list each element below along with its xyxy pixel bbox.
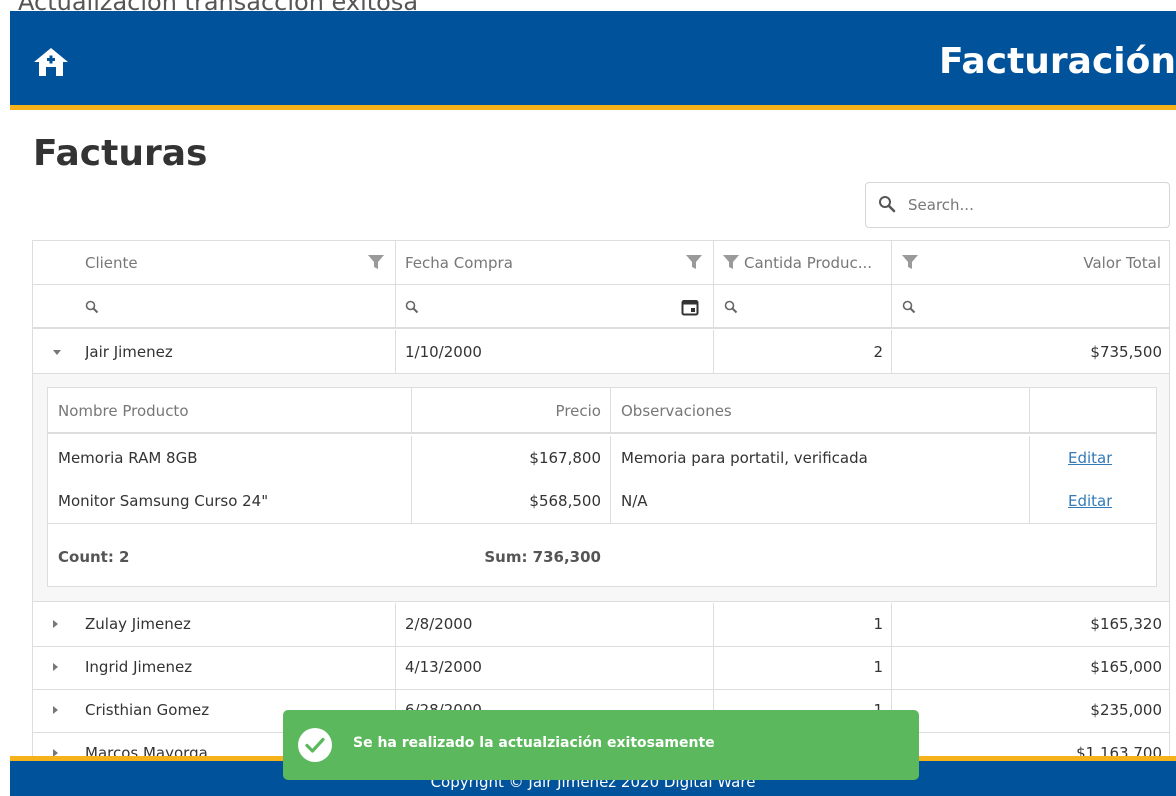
navbar: Facturación (10, 11, 1176, 110)
cell-cliente: Cristhian Gomez (85, 701, 210, 719)
expand-row-icon[interactable] (53, 663, 58, 671)
column-header-valor[interactable]: Valor Total (1083, 253, 1161, 273)
check-circle-icon (298, 728, 332, 762)
detail-sum: Sum: 736,300 (484, 548, 601, 566)
detail-header-precio[interactable]: Precio (556, 401, 601, 421)
column-header-cantidad[interactable]: Cantida Produc... (744, 253, 884, 273)
cell-cantidad: 2 (873, 343, 883, 361)
detail-panel: Nombre Producto Precio Observaciones Mem… (33, 374, 1169, 602)
detail-cell-producto: Memoria RAM 8GB (58, 449, 198, 467)
column-header-cliente[interactable]: Cliente (85, 253, 138, 273)
detail-count: Count: 2 (58, 548, 130, 566)
collapse-row-icon[interactable] (53, 350, 61, 355)
toast-message: Se ha realizado la actualziación exitosa… (353, 735, 715, 751)
detail-row: Monitor Samsung Curso 24" $568,500 N/A E… (48, 479, 1156, 523)
search-box[interactable] (865, 182, 1170, 228)
cell-cliente: Jair Jimenez (85, 343, 173, 361)
filter-search-icon[interactable] (85, 300, 99, 314)
table-row[interactable]: Ingrid Jimenez 4/13/2000 1 $165,000 (33, 646, 1169, 690)
invoices-grid: Cliente Fecha Compra Cantida Produc... V… (32, 240, 1170, 760)
filter-search-icon[interactable] (724, 300, 738, 314)
cell-fecha: 2/8/2000 (405, 615, 473, 633)
detail-cell-precio: $568,500 (529, 492, 601, 510)
search-input[interactable] (908, 193, 1158, 217)
filter-funnel-icon[interactable] (685, 254, 703, 270)
detail-row: Memoria RAM 8GB $167,800 Memoria para po… (48, 436, 1156, 480)
detail-header-observaciones[interactable]: Observaciones (621, 401, 732, 421)
detail-cell-producto: Monitor Samsung Curso 24" (58, 492, 269, 510)
cell-fecha: 1/10/2000 (405, 343, 482, 361)
cell-cantidad: 1 (873, 615, 883, 633)
filter-funnel-icon[interactable] (367, 254, 385, 270)
cell-valor: $235,000 (1090, 701, 1162, 719)
edit-link[interactable]: Editar (1068, 491, 1112, 511)
detail-cell-precio: $167,800 (529, 449, 601, 467)
detail-grid: Nombre Producto Precio Observaciones Mem… (47, 387, 1157, 587)
expand-row-icon[interactable] (53, 706, 58, 714)
grid-filter-row (33, 285, 1169, 329)
detail-summary-row: Count: 2 Sum: 736,300 (48, 523, 1156, 587)
brand-title: Facturación (938, 41, 1176, 82)
table-row[interactable]: Jair Jimenez 1/10/2000 2 $735,500 (33, 330, 1169, 374)
cell-valor: $735,500 (1090, 343, 1162, 361)
success-toast[interactable]: Se ha realizado la actualziación exitosa… (283, 710, 919, 780)
calendar-icon[interactable] (681, 298, 699, 316)
search-icon (879, 196, 896, 213)
detail-cell-observaciones: N/A (621, 492, 648, 510)
expand-row-icon[interactable] (53, 620, 58, 628)
grid-header-row: Cliente Fecha Compra Cantida Produc... V… (33, 241, 1169, 285)
cell-valor: $165,000 (1090, 658, 1162, 676)
detail-header-row: Nombre Producto Precio Observaciones (48, 388, 1156, 434)
column-header-fecha[interactable]: Fecha Compra (405, 253, 513, 273)
detail-header-producto[interactable]: Nombre Producto (58, 401, 189, 421)
cell-cliente: Zulay Jimenez (85, 615, 191, 633)
filter-search-icon[interactable] (902, 300, 916, 314)
home-icon[interactable] (32, 46, 70, 78)
table-row[interactable]: Zulay Jimenez 2/8/2000 1 $165,320 (33, 603, 1169, 647)
cell-cantidad: 1 (873, 658, 883, 676)
cell-cliente: Ingrid Jimenez (85, 658, 193, 676)
page-title: Facturas (33, 133, 208, 174)
detail-cell-observaciones: Memoria para portatil, verificada (621, 449, 868, 467)
filter-funnel-icon[interactable] (722, 254, 740, 270)
edit-link[interactable]: Editar (1068, 448, 1112, 468)
filter-search-icon[interactable] (405, 300, 419, 314)
cell-fecha: 4/13/2000 (405, 658, 482, 676)
cell-valor: $165,320 (1090, 615, 1162, 633)
filter-funnel-icon[interactable] (901, 254, 919, 270)
